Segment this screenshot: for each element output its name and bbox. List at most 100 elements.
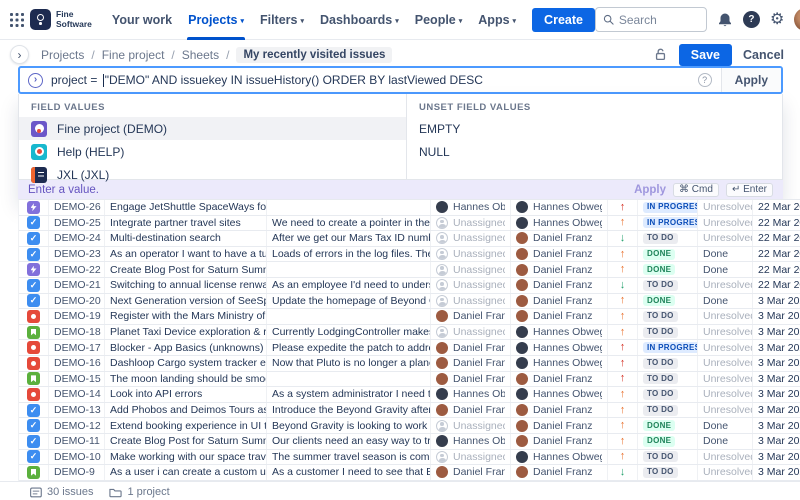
table-row[interactable]: DEMO-26Engage JetShuttle SpaceWays for s… — [19, 200, 800, 216]
assignee-cell[interactable]: Daniel Franz — [431, 465, 511, 480]
reporter-cell[interactable]: Daniel Franz — [511, 278, 608, 293]
issue-type-cell[interactable] — [19, 309, 49, 324]
breadcrumb-link[interactable]: Projects — [41, 48, 84, 62]
summary-cell[interactable]: Extend booking experience in UI to inclu… — [105, 418, 267, 433]
status-cell[interactable]: DONE — [638, 418, 698, 433]
assignee-cell[interactable]: Unassigned — [431, 262, 511, 277]
status-cell[interactable]: TO DO — [638, 309, 698, 324]
summary-cell[interactable]: The moon landing should be smoother to .… — [105, 372, 267, 387]
breadcrumb-link[interactable]: Sheets — [182, 48, 219, 62]
reporter-cell[interactable]: Hannes Obweger — [511, 387, 608, 402]
resolution-cell[interactable]: Unresolved — [698, 278, 753, 293]
breadcrumb-link[interactable]: Fine project — [102, 48, 165, 62]
field-value-option[interactable]: Help (HELP) — [19, 140, 406, 163]
reporter-cell[interactable]: Daniel Franz — [511, 247, 608, 262]
priority-cell[interactable]: ↑ — [608, 340, 638, 355]
table-row[interactable]: DEMO-15The moon landing should be smooth… — [19, 372, 800, 388]
status-cell[interactable]: IN PROGRESS — [638, 200, 698, 215]
description-cell[interactable]: Currently LodgingController makes an ass… — [267, 325, 431, 340]
description-cell[interactable]: Beyond Gravity is looking to work with a… — [267, 418, 431, 433]
updated-date-cell[interactable]: 3 Mar 202 — [753, 372, 800, 387]
table-row[interactable]: DEMO-22Create Blog Post for Saturn Summe… — [19, 262, 800, 278]
description-cell[interactable]: As a system administrator I need to revi… — [267, 387, 431, 402]
table-row[interactable]: DEMO-17Blocker - App Basics (unknowns)Pl… — [19, 340, 800, 356]
table-row[interactable]: DEMO-16Dashloop Cargo system tracker ema… — [19, 356, 800, 372]
table-row[interactable]: ✓DEMO-24Multi-destination searchAfter we… — [19, 231, 800, 247]
updated-date-cell[interactable]: 3 Mar 202 — [753, 387, 800, 402]
status-cell[interactable]: TO DO — [638, 465, 698, 480]
updated-date-cell[interactable]: 3 Mar 202 — [753, 340, 800, 355]
updated-date-cell[interactable]: 3 Mar 202 — [753, 294, 800, 309]
status-cell[interactable]: TO DO — [638, 372, 698, 387]
description-cell[interactable]: Loads of errors in the log files. They s… — [267, 247, 431, 262]
nav-item-projects[interactable]: Projects▾ — [180, 0, 252, 40]
updated-date-cell[interactable]: 3 Mar 202 — [753, 325, 800, 340]
status-cell[interactable]: TO DO — [638, 387, 698, 402]
issue-key-cell[interactable]: DEMO-19 — [49, 309, 105, 324]
lock-icon[interactable] — [653, 47, 668, 62]
reporter-cell[interactable]: Daniel Franz — [511, 465, 608, 480]
app-logo[interactable]: Fine Software — [30, 9, 92, 30]
summary-cell[interactable]: Dashloop Cargo system tracker email setu… — [105, 356, 267, 371]
resolution-cell[interactable]: Unresolved — [698, 387, 753, 402]
updated-date-cell[interactable]: 3 Mar 202 — [753, 434, 800, 449]
issue-key-cell[interactable]: DEMO-24 — [49, 231, 105, 246]
updated-date-cell[interactable]: 22 Mar 20 — [753, 278, 800, 293]
description-cell[interactable]: After we get our Mars Tax ID number, the… — [267, 231, 431, 246]
summary-cell[interactable]: Make working with our space travel partn… — [105, 450, 267, 465]
issue-key-cell[interactable]: DEMO-25 — [49, 216, 105, 231]
summary-cell[interactable]: Multi-destination search — [105, 231, 267, 246]
priority-cell[interactable]: ↑ — [608, 372, 638, 387]
status-cell[interactable]: DONE — [638, 434, 698, 449]
description-cell[interactable]: As a customer I need to see that Beyond … — [267, 465, 431, 480]
description-cell[interactable]: As an employee I'd need to understand th… — [267, 278, 431, 293]
assignee-cell[interactable]: Hannes Obweger — [431, 387, 511, 402]
settings-gear-icon[interactable]: ⚙ — [770, 12, 784, 28]
resolution-cell[interactable]: Unresolved — [698, 340, 753, 355]
description-cell[interactable]: Introduce the Beyond Gravity after launc… — [267, 403, 431, 418]
assignee-cell[interactable]: Hannes Obweger — [431, 434, 511, 449]
resolution-cell[interactable]: Unresolved — [698, 450, 753, 465]
reporter-cell[interactable]: Daniel Franz — [511, 372, 608, 387]
issue-key-cell[interactable]: DEMO-13 — [49, 403, 105, 418]
issue-type-cell[interactable]: ✓ — [19, 450, 49, 465]
save-button[interactable]: Save — [679, 44, 732, 66]
summary-cell[interactable]: Planet Taxi Device exploration & researc… — [105, 325, 267, 340]
reporter-cell[interactable]: Daniel Franz — [511, 434, 608, 449]
summary-cell[interactable]: Create Blog Post for Saturn Summer Sale — [105, 262, 267, 277]
status-cell[interactable]: TO DO — [638, 325, 698, 340]
summary-cell[interactable]: Register with the Mars Ministry of Reven… — [105, 309, 267, 324]
nav-item-people[interactable]: People▾ — [407, 0, 471, 40]
issue-key-cell[interactable]: DEMO-9 — [49, 465, 105, 480]
footer-apply-label[interactable]: Apply — [634, 184, 666, 196]
summary-cell[interactable]: Look into API errors — [105, 387, 267, 402]
issue-type-cell[interactable]: ✓ — [19, 278, 49, 293]
status-cell[interactable]: DONE — [638, 247, 698, 262]
assignee-cell[interactable]: Daniel Franz — [431, 372, 511, 387]
description-cell[interactable]: Update the homepage of Beyond Gravity ..… — [267, 294, 431, 309]
issue-type-cell[interactable]: ✓ — [19, 403, 49, 418]
issue-key-cell[interactable]: DEMO-21 — [49, 278, 105, 293]
priority-cell[interactable]: ↑ — [608, 216, 638, 231]
issue-key-cell[interactable]: DEMO-22 — [49, 262, 105, 277]
table-row[interactable]: ✓DEMO-13Add Phobos and Deimos Tours as a… — [19, 403, 800, 419]
resolution-cell[interactable]: Unresolved — [698, 325, 753, 340]
reporter-cell[interactable]: Hannes Obweger — [511, 450, 608, 465]
updated-date-cell[interactable]: 3 Mar 202 — [753, 356, 800, 371]
assignee-cell[interactable]: Unassigned — [431, 231, 511, 246]
priority-cell[interactable]: ↑ — [608, 403, 638, 418]
issue-key-cell[interactable]: DEMO-18 — [49, 325, 105, 340]
help-icon[interactable]: ? — [743, 11, 760, 28]
updated-date-cell[interactable]: 22 Mar 20 — [753, 262, 800, 277]
issue-type-cell[interactable] — [19, 262, 49, 277]
reporter-cell[interactable]: Hannes Obweger — [511, 200, 608, 215]
table-row[interactable]: ✓DEMO-25Integrate partner travel sitesWe… — [19, 216, 800, 232]
description-cell[interactable]: We need to create a pointer in the main.… — [267, 216, 431, 231]
issue-key-cell[interactable]: DEMO-26 — [49, 200, 105, 215]
summary-cell[interactable]: Switching to annual license renwal for X… — [105, 278, 267, 293]
issue-type-cell[interactable] — [19, 200, 49, 215]
user-avatar[interactable] — [794, 8, 800, 31]
issue-type-cell[interactable]: ✓ — [19, 294, 49, 309]
status-cell[interactable]: TO DO — [638, 403, 698, 418]
resolution-cell[interactable]: Unresolved — [698, 356, 753, 371]
